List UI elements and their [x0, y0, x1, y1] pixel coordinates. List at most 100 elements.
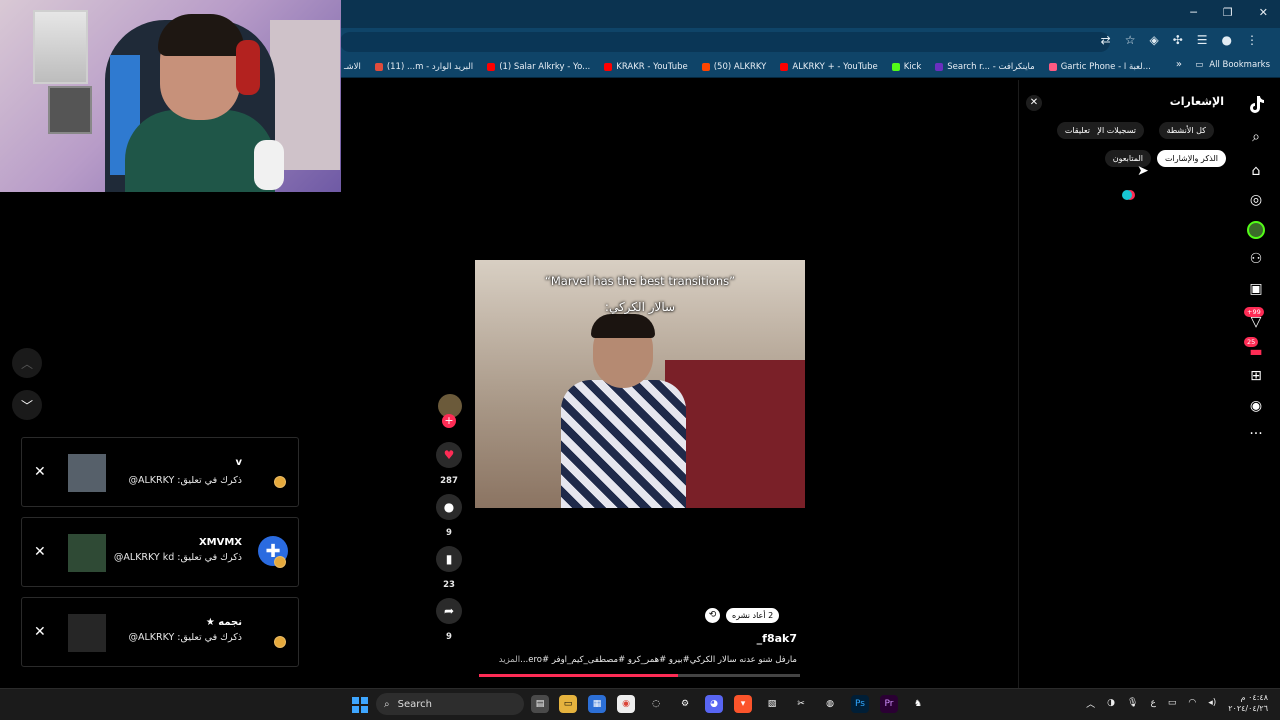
bookmark-item[interactable]: KRAKR - YouTube	[604, 62, 688, 72]
bookmark-item[interactable]: Kick	[891, 62, 921, 72]
taskbar-search[interactable]: ⌕ Search	[376, 693, 524, 715]
store-icon[interactable]: ▦	[588, 695, 606, 713]
share-icon: ➦	[443, 604, 455, 618]
all-bookmarks-button[interactable]: ▭ All Bookmarks	[1195, 60, 1270, 70]
save-button[interactable]: ▮	[436, 546, 462, 572]
coin-badge-icon	[274, 556, 286, 568]
explore-icon[interactable]: ◎	[1244, 188, 1268, 212]
video-progress-fill	[479, 674, 679, 677]
comment-button[interactable]: ●	[436, 494, 462, 520]
settings-icon[interactable]: ⚙	[676, 695, 694, 713]
notification-thumbnail	[68, 614, 106, 652]
premiere-icon[interactable]: Pr	[880, 695, 898, 713]
app-icon[interactable]: ♞	[909, 695, 927, 713]
panel-title: الإشعارات	[1169, 95, 1224, 108]
video-progress[interactable]	[479, 674, 800, 677]
youtube-icon	[780, 62, 789, 71]
tray-chevron-icon[interactable]: ︿	[1086, 697, 1095, 710]
bookmark-item[interactable]: Search r... - ماينكرافت	[935, 62, 1035, 72]
bookmark-item[interactable]: الاشـ	[344, 62, 361, 72]
wifi-icon[interactable]: ◠	[1188, 698, 1196, 708]
windows-start-icon[interactable]	[352, 697, 368, 713]
live-avatar-icon[interactable]	[1244, 218, 1268, 242]
repost-badge[interactable]: 2 أعاد نشره	[726, 608, 780, 623]
clock[interactable]: ٠٤:٤٨ م ٢٠٢٤/٠٤/٢٦	[1228, 692, 1268, 714]
extension-icon[interactable]: ◈	[1149, 33, 1158, 47]
bookmark-item[interactable]: (1) Salar Alkrky - Yo...	[487, 62, 590, 72]
language-indicator[interactable]: ع	[1150, 698, 1155, 708]
chevron-down-icon: ﹀	[20, 398, 33, 413]
network-app-icon[interactable]: ◑	[1107, 698, 1115, 708]
clock-time: ٠٤:٤٨ م	[1240, 693, 1268, 702]
video-player[interactable]: “Marvel has the best transitions” سالار …	[475, 260, 805, 508]
following-icon[interactable]: ⚇	[1244, 247, 1268, 271]
dismiss-icon[interactable]: ✕	[34, 464, 46, 480]
notification-card[interactable]: ✕ v ذكرك في تعليق: ALKRKY@	[21, 437, 299, 507]
menu-icon[interactable]: ⋮	[1246, 33, 1258, 47]
notification-thumbnail	[68, 534, 106, 572]
bookmark-item[interactable]: ALKRKY + - YouTube	[780, 62, 878, 72]
capcut-icon[interactable]: ✂	[792, 695, 810, 713]
notification-subtitle: ذكرك في تعليق: ALKRKY@	[128, 475, 242, 486]
tab-all-activity[interactable]: كل الأنشطة	[1158, 122, 1214, 139]
dismiss-icon[interactable]: ✕	[34, 624, 46, 640]
close-window-button[interactable]: ✕	[1259, 6, 1268, 19]
repost-icon[interactable]: ⟲	[705, 608, 720, 623]
home-icon[interactable]: ⌂	[1244, 159, 1268, 183]
steam-icon[interactable]: ◍	[821, 695, 839, 713]
comment-count: 9	[446, 528, 452, 538]
video-author[interactable]: _f8ak7	[757, 632, 797, 645]
streamer-body	[125, 110, 275, 192]
more-icon[interactable]: ···	[1244, 422, 1268, 446]
more-bookmarks-icon[interactable]: »	[1176, 59, 1182, 70]
app-icon[interactable]: ▧	[763, 695, 781, 713]
repost-label: 2 أعاد نشره	[732, 611, 774, 620]
mic-icon[interactable]: 🎙	[1127, 698, 1138, 708]
address-bar[interactable]	[340, 32, 1110, 52]
tab-mentions[interactable]: الذكر والإشارات	[1156, 150, 1226, 167]
translate-icon[interactable]: ⇄	[1101, 33, 1111, 47]
search-icon: ⌕	[384, 698, 390, 710]
obs-icon[interactable]: ◌	[647, 695, 665, 713]
tiktok-logo-icon[interactable]	[1246, 94, 1266, 114]
tab-comments[interactable]: تعليقات	[1056, 122, 1098, 139]
like-button[interactable]: ♥	[436, 442, 462, 468]
star-icon[interactable]: ☆	[1125, 33, 1136, 47]
folder-icon: ▭	[1195, 60, 1204, 70]
media-icon[interactable]: ☰	[1197, 33, 1208, 47]
inbox-icon[interactable]: ▬	[1244, 340, 1268, 364]
upload-icon[interactable]: ⊞	[1244, 364, 1268, 388]
bookmark-item[interactable]: (50) ALKRKY	[701, 62, 766, 72]
chrome-icon[interactable]: ◉	[617, 695, 635, 713]
volume-icon[interactable]: ◂)	[1208, 698, 1216, 708]
close-panel-button[interactable]: ✕	[1026, 95, 1042, 111]
minimize-button[interactable]: ─	[1190, 6, 1197, 19]
monitor-icon[interactable]: ▭	[1168, 698, 1177, 708]
search-icon[interactable]: ⌕	[1244, 125, 1268, 149]
maximize-button[interactable]: ❐	[1223, 6, 1233, 19]
chevron-up-icon: ︿	[20, 356, 33, 371]
live-tv-icon[interactable]: ▣	[1244, 277, 1268, 301]
profile-icon[interactable]: ●	[1222, 33, 1232, 47]
bookmark-item[interactable]: (11) ...m - البريد الوارد	[374, 62, 473, 72]
profile-avatar-icon[interactable]: ◉	[1244, 394, 1268, 418]
notification-title: XMVMX	[198, 537, 242, 548]
follow-plus-icon[interactable]: +	[442, 414, 456, 428]
k-icon	[935, 62, 944, 71]
brave-icon[interactable]: ▾	[734, 695, 752, 713]
file-explorer-icon[interactable]: ▭	[559, 695, 577, 713]
photoshop-icon[interactable]: Ps	[851, 695, 869, 713]
notification-card[interactable]: ✕ نجمه ★ ذكرك في تعليق: ALKRKY@	[21, 597, 299, 667]
messages-icon[interactable]: ▽	[1244, 310, 1268, 334]
puzzle-icon[interactable]: ✣	[1173, 33, 1183, 47]
task-view-icon[interactable]: ▤	[531, 695, 549, 713]
dismiss-icon[interactable]: ✕	[34, 544, 46, 560]
panel-divider	[1018, 80, 1019, 688]
next-video-button[interactable]: ﹀	[12, 390, 42, 420]
bookmark-item[interactable]: Gartic Phone - لعبة ا...	[1048, 62, 1151, 72]
notification-card[interactable]: ✕ XMVMX ذكرك في تعليق: ALKRKY kd@ ✚	[21, 517, 299, 587]
discord-icon[interactable]: ◕	[705, 695, 723, 713]
more-link[interactable]: المزيد	[499, 655, 520, 665]
share-button[interactable]: ➦	[436, 598, 462, 624]
previous-video-button[interactable]: ︿	[12, 348, 42, 378]
